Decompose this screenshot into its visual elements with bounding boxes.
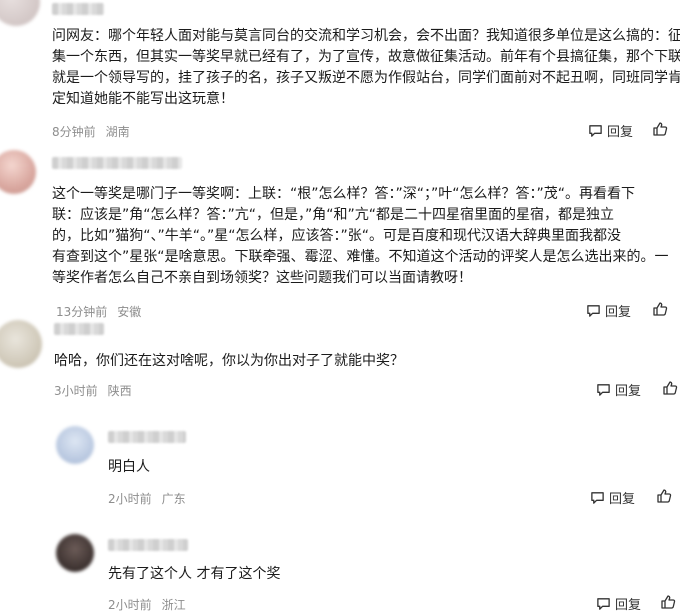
- like-button[interactable]: [660, 594, 676, 610]
- like-button[interactable]: [652, 121, 668, 137]
- username[interactable]: [108, 431, 186, 443]
- timestamp: 2小时前: [108, 492, 152, 506]
- location: 浙江: [161, 598, 186, 612]
- comment-line: 联：应该是”角“怎么样？答：”亢“，但是，”角“和”亢“都是二十四星宿里面的星宿…: [52, 207, 615, 223]
- like-icon: [656, 488, 672, 504]
- like-button[interactable]: [652, 301, 668, 317]
- comment-text: 这个一等奖是哪门子一等奖啊：上联：“根”怎么样？答：”深“；”叶“怎么样？答：”…: [52, 184, 680, 289]
- comment-line: 等奖作者怎么自己不亲自到场领奖？这些问题我们可以当面请教呀！: [52, 270, 472, 286]
- username[interactable]: [52, 3, 104, 15]
- username[interactable]: [54, 323, 104, 335]
- like-icon: [660, 594, 676, 610]
- comment-meta: 8分钟前 湖南: [52, 123, 130, 140]
- reply-item: 明白人 2小时前 广东 回复: [0, 420, 680, 520]
- comment-item: 问网友：哪个年轻人面对能与莫言同台的交流和学习机会，会不出面？我知道很多单位是这…: [0, 0, 680, 148]
- reply-icon: [596, 382, 611, 397]
- timestamp: 8分钟前: [52, 125, 96, 139]
- comment-line: 有查到这个”星张“是啥意思。下联牵强、霉涩、难懂。不知道这个活动的评奖人是怎么选…: [52, 249, 669, 265]
- comment-line: 哈哈，你们还在这对啥呢，你以为你出对子了就能中奖？: [54, 353, 404, 369]
- like-icon: [662, 380, 678, 396]
- comment-line: 这个一等奖是哪门子一等奖啊：上联：“根”怎么样？答：”深“；”叶“怎么样？答：”…: [52, 186, 636, 202]
- like-icon: [652, 121, 668, 137]
- comment-line: 明白人: [108, 459, 150, 475]
- avatar[interactable]: [56, 426, 94, 464]
- like-icon: [652, 301, 668, 317]
- reply-label: 回复: [615, 384, 642, 399]
- avatar[interactable]: [56, 534, 94, 572]
- reply-label: 回复: [607, 125, 634, 140]
- comment-item: 哈哈，你们还在这对啥呢，你以为你出对子了就能中奖？ 3小时前 陕西 回复: [0, 318, 680, 410]
- avatar[interactable]: [0, 150, 36, 194]
- comment-line: 先有了这个人 才有了这个奖: [108, 566, 281, 582]
- comment-meta: 3小时前 陕西: [54, 382, 132, 399]
- reply-item: 先有了这个人 才有了这个奖 2小时前 浙江 回复: [0, 528, 680, 613]
- comment-text: 问网友：哪个年轻人面对能与莫言同台的交流和学习机会，会不出面？我知道很多单位是这…: [52, 26, 680, 110]
- timestamp: 3小时前: [54, 384, 98, 398]
- comment-text: 先有了这个人 才有了这个奖: [108, 564, 608, 585]
- comment-line: 问网友：哪个年轻人面对能与莫言同台的交流和学习机会，会不出面？我知道很多单位是这…: [52, 28, 680, 44]
- comment-line: 定知道她能不能写出这玩意！: [52, 91, 234, 107]
- comment-meta: 2小时前 广东: [108, 490, 186, 507]
- like-button[interactable]: [662, 380, 678, 396]
- reply-icon: [588, 123, 603, 138]
- location: 陕西: [107, 384, 132, 398]
- username[interactable]: [52, 157, 182, 169]
- reply-button[interactable]: 回复: [590, 488, 635, 507]
- location: 湖南: [105, 125, 130, 139]
- comment-item: 这个一等奖是哪门子一等奖啊：上联：“根”怎么样？答：”深“；”叶“怎么样？答：”…: [0, 148, 680, 320]
- location: 广东: [161, 492, 186, 506]
- avatar[interactable]: [0, 0, 40, 26]
- reply-label: 回复: [609, 492, 636, 507]
- comment-line: 的，比如”猫狗“、”牛羊“。”星“怎么样，应该答：”张“。可是百度和现代汉语大辞…: [52, 228, 622, 244]
- comment-line: 集一个东西，但其实一等奖早就已经有了，为了宣传，故意做征集活动。前年有个县搞征集…: [52, 49, 680, 65]
- reply-button[interactable]: 回复: [588, 121, 633, 140]
- reply-icon: [586, 303, 601, 318]
- reply-icon: [590, 490, 605, 505]
- like-button[interactable]: [656, 488, 672, 504]
- comment-text: 哈哈，你们还在这对啥呢，你以为你出对子了就能中奖？: [54, 351, 654, 372]
- comment-text: 明白人: [108, 457, 608, 478]
- username[interactable]: [108, 539, 188, 551]
- comment-meta: 2小时前 浙江: [108, 596, 186, 613]
- comment-line: 就是一个领导写的，挂了孩子的名，孩子又叛逆不愿为作假站台，同学们面前对不起丑啊，…: [52, 70, 680, 86]
- avatar[interactable]: [0, 320, 42, 368]
- reply-button[interactable]: 回复: [596, 380, 641, 399]
- timestamp: 2小时前: [108, 598, 152, 612]
